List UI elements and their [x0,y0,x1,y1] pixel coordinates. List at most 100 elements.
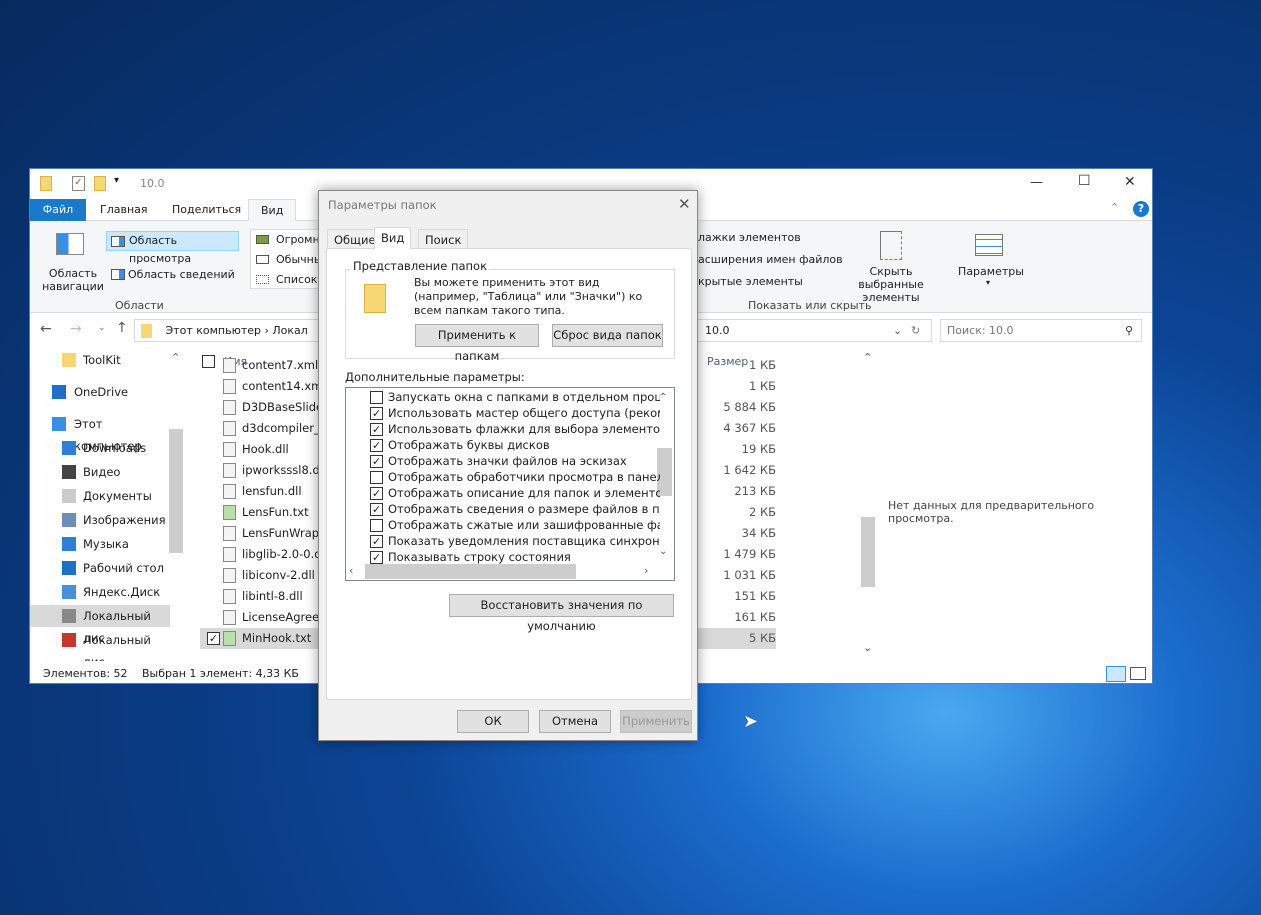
reset-folders-button[interactable]: Сброс вида папок [552,324,663,347]
tab-view[interactable]: Вид [248,199,297,221]
item-checkboxes-option[interactable]: лажки элементов [698,231,801,244]
details-view-button[interactable] [1106,666,1126,682]
advanced-option[interactable]: ✓ Отображать буквы дисков [370,437,660,453]
list-scroll-right[interactable]: › [644,564,648,577]
advanced-option[interactable]: Отображать обработчики просмотра в панел… [370,469,660,485]
option-checkbox[interactable]: ✓ [370,423,383,436]
advanced-option[interactable]: ✓ Отображать описание для папок и элемент… [370,485,660,501]
option-checkbox[interactable] [370,391,383,404]
list-scroll-up[interactable]: ⌃ [659,392,667,403]
advanced-settings-label: Дополнительные параметры: [345,370,525,384]
apply-to-folders-button[interactable]: Применить к папкам [415,324,539,363]
minimize-button[interactable]: — [1030,175,1043,190]
tab-view[interactable]: Вид [374,227,412,250]
navigation-pane-button[interactable]: Область навигации [38,267,108,293]
recent-locations-icon[interactable]: ⌄ [98,323,106,333]
collapse-ribbon-icon[interactable]: ⌃ [1110,201,1119,214]
tab-search[interactable]: Поиск [418,229,469,249]
cancel-button[interactable]: Отмена [539,710,611,733]
options-icon [975,234,1003,256]
folder-options-dialog: Параметры папок ✕ Общие Вид Поиск Предст… [318,190,698,741]
file-size: 1 642 КБ [723,463,776,477]
option-checkbox[interactable]: ✓ [370,487,383,500]
tab-share[interactable]: Поделиться [160,199,253,221]
search-input[interactable]: Поиск: 10.0 ⚲ [940,319,1142,342]
advanced-option[interactable]: ✓ Отображать значки файлов на эскизах [370,453,660,469]
advanced-option[interactable]: ✓ Показать уведомления поставщика синхрон… [370,533,660,549]
hide-selected-icon [880,231,902,260]
navigation-pane-icon [56,233,84,255]
file-icon [223,526,236,541]
dialog-close-button[interactable]: ✕ [678,195,691,213]
new-folder-icon[interactable] [94,176,106,191]
properties-icon[interactable]: ✓ [72,176,85,191]
option-checkbox[interactable]: ✓ [370,439,383,452]
file-name: content14.xml [242,379,326,393]
breadcrumb-segment[interactable]: Этот компьютер [166,324,262,337]
tab-home[interactable]: Главная [88,199,160,221]
apply-button[interactable]: Применить [620,710,692,733]
file-name: libglib-2.0-0.dll [242,547,328,561]
mouse-cursor-icon: ➤ [743,711,759,732]
list-scroll-down[interactable]: ⌄ [659,546,667,557]
breadcrumb-segment[interactable]: Локал [272,324,307,337]
option-label: Отображать сжатые или зашифрованные файл… [388,518,660,532]
advanced-settings-list: ⌃ ⌄ ‹ › Запускать окна с папками в отдел… [345,387,675,581]
quick-access-dropdown-icon[interactable]: ▾ [114,175,119,186]
layout-medium-icons[interactable]: Обычны [276,253,323,266]
maximize-button[interactable]: ☐ [1078,173,1091,189]
advanced-option[interactable]: ✓ Использовать флажки для выбора элементо… [370,421,660,437]
large-icons-view-button[interactable] [1130,667,1146,680]
tab-file[interactable]: Файл [30,199,86,221]
address-dropdown-icon[interactable]: ⌄ [893,320,902,341]
files-scroll-down[interactable]: ⌄ [863,641,872,654]
files-scroll-up[interactable]: ⌃ [863,351,872,364]
option-checkbox[interactable]: ✓ [370,503,383,516]
layout-list[interactable]: Список [276,273,317,286]
row-checkbox[interactable]: ✓ [207,632,220,645]
options-button[interactable]: Параметры [956,265,1026,278]
file-name: Hook.dll [242,442,289,456]
large-icons-icon [256,235,269,244]
file-name: libintl-8.dll [242,589,303,603]
advanced-option[interactable]: ✓ Отображать сведения о размере файлов в … [370,501,660,517]
selection-info: Выбран 1 элемент: 4,33 КБ [142,667,299,680]
file-icon [223,568,236,583]
option-checkbox[interactable]: ✓ [370,407,383,420]
preview-pane-button[interactable]: Область просмотра [106,231,239,265]
help-icon[interactable]: ? [1133,201,1149,217]
forward-button[interactable]: → [70,321,82,337]
files-scrollbar-thumb[interactable] [861,517,875,587]
list-hscroll-thumb[interactable] [365,564,576,579]
option-checkbox[interactable]: ✓ [370,551,383,564]
option-checkbox[interactable] [370,471,383,484]
refresh-icon[interactable]: ↻ [911,320,920,341]
file-size: 4 367 КБ [723,421,776,435]
file-size: 1 КБ [748,358,776,372]
advanced-option[interactable]: Отображать сжатые или зашифрованные файл… [370,517,660,533]
file-extensions-option[interactable]: асширения имен файлов [698,253,843,266]
preview-empty-message: Нет данных для предварительного просмотр… [888,499,1095,525]
option-label: Запускать окна с папками в отдельном про… [388,390,660,404]
breadcrumb-segment[interactable]: 10.0 [705,320,730,341]
advanced-option[interactable]: ✓ Использовать мастер общего доступа (рек… [370,405,660,421]
option-checkbox[interactable]: ✓ [370,455,383,468]
hidden-items-option[interactable]: крытые элементы [698,275,803,288]
option-checkbox[interactable]: ✓ [370,535,383,548]
group-show-hide-label: Показать или скрыть [748,299,872,312]
options-dropdown-icon[interactable]: ▾ [986,278,990,287]
file-name: LensFun.txt [242,505,309,519]
up-button[interactable]: ↑ [116,320,128,336]
restore-defaults-button[interactable]: Восстановить значения по умолчанию [449,594,674,633]
advanced-option[interactable]: Запускать окна с папками в отдельном про… [370,389,660,405]
ok-button[interactable]: ОК [457,710,529,733]
option-checkbox[interactable] [370,519,383,532]
advanced-option[interactable]: ✓ Показывать строку состояния [370,549,660,565]
file-size: 34 КБ [741,526,776,540]
window-title: 10.0 [140,177,165,190]
back-button[interactable]: ← [40,321,52,337]
list-scroll-left[interactable]: ‹ [349,564,353,577]
close-button[interactable]: ✕ [1124,174,1136,190]
details-pane-button[interactable]: Область сведений [128,268,235,281]
file-icon [223,463,236,478]
